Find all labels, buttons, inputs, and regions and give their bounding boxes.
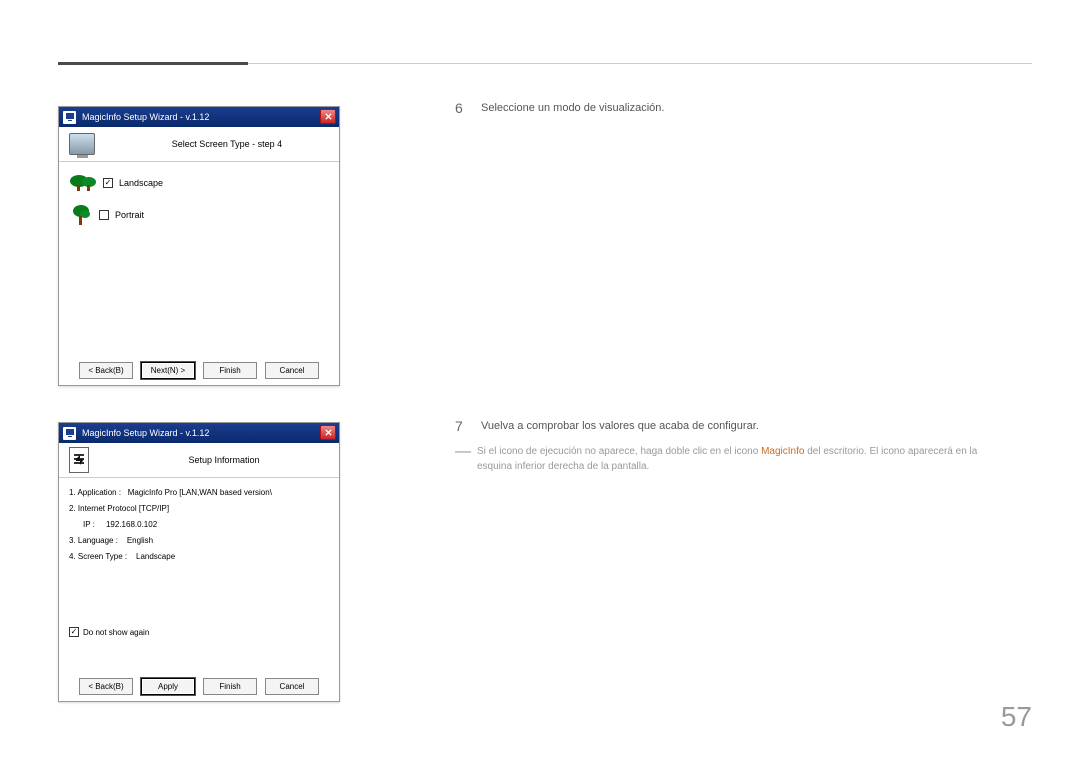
next-button[interactable]: Next(N) >	[141, 362, 195, 379]
step-number: 6	[455, 100, 469, 116]
close-icon[interactable]	[320, 425, 336, 440]
wizard-footer: < Back(B) Next(N) > Finish Cancel	[59, 355, 339, 385]
wizard-step-header: Setup Information	[59, 443, 339, 478]
portrait-checkbox[interactable]	[99, 210, 109, 220]
info-language: 3. Language : English	[69, 536, 329, 545]
step-title: Select Screen Type - step 4	[125, 139, 329, 149]
tree-landscape-icon	[69, 174, 97, 192]
cancel-button[interactable]: Cancel	[265, 362, 319, 379]
back-button[interactable]: < Back(B)	[79, 678, 133, 695]
close-icon[interactable]	[320, 109, 336, 124]
option-portrait[interactable]: Portrait	[69, 202, 329, 228]
tree-portrait-icon	[69, 204, 93, 226]
landscape-label: Landscape	[119, 178, 163, 188]
landscape-checkbox[interactable]	[103, 178, 113, 188]
note-dash: ―	[455, 444, 471, 474]
wizard-footer: < Back(B) Apply Finish Cancel	[59, 671, 339, 701]
app-icon	[63, 427, 76, 440]
titlebar-text: MagicInfo Setup Wizard - v.1.12	[82, 428, 209, 438]
step-title: Setup Information	[119, 455, 329, 465]
instruction-6: 6 Seleccione un modo de visualización.	[455, 100, 664, 116]
document-icon	[69, 447, 89, 473]
step-text: Vuelva a comprobar los valores que acaba…	[481, 418, 759, 434]
monitor-icon	[69, 133, 95, 155]
wizard-body: 1. Application : MagicInfo Pro [LAN,WAN …	[59, 478, 339, 671]
wizard-setup-info: MagicInfo Setup Wizard - v.1.12 Setup In…	[58, 422, 340, 702]
dont-show-checkbox[interactable]	[69, 627, 79, 637]
finish-button[interactable]: Finish	[203, 362, 257, 379]
page-number: 57	[1001, 701, 1032, 733]
step-text: Seleccione un modo de visualización.	[481, 100, 664, 116]
wizard-body: Landscape Portrait	[59, 162, 339, 355]
wizard-screen-type: MagicInfo Setup Wizard - v.1.12 Select S…	[58, 106, 340, 386]
titlebar[interactable]: MagicInfo Setup Wizard - v.1.12	[59, 107, 339, 127]
header-rule-dark	[58, 62, 248, 65]
cancel-button[interactable]: Cancel	[265, 678, 319, 695]
apply-button[interactable]: Apply	[141, 678, 195, 695]
step-number: 7	[455, 418, 469, 434]
header-rule-light	[248, 63, 1032, 64]
note-text: ― Si el icono de ejecución no aparece, h…	[455, 444, 1015, 474]
info-screentype: 4. Screen Type : Landscape	[69, 552, 329, 561]
instruction-7: 7 Vuelva a comprobar los valores que aca…	[455, 418, 759, 434]
wizard-step-header: Select Screen Type - step 4	[59, 127, 339, 162]
dont-show-label: Do not show again	[83, 628, 149, 637]
back-button[interactable]: < Back(B)	[79, 362, 133, 379]
portrait-label: Portrait	[115, 210, 144, 220]
dont-show-again[interactable]: Do not show again	[69, 627, 329, 637]
titlebar-text: MagicInfo Setup Wizard - v.1.12	[82, 112, 209, 122]
titlebar[interactable]: MagicInfo Setup Wizard - v.1.12	[59, 423, 339, 443]
app-icon	[63, 111, 76, 124]
note-body: Si el icono de ejecución no aparece, hag…	[477, 444, 1015, 474]
info-protocol: 2. Internet Protocol [TCP/IP]	[69, 504, 329, 513]
option-landscape[interactable]: Landscape	[69, 172, 329, 194]
info-application: 1. Application : MagicInfo Pro [LAN,WAN …	[69, 488, 329, 497]
finish-button[interactable]: Finish	[203, 678, 257, 695]
info-ip: IP : 192.168.0.102	[69, 520, 329, 529]
